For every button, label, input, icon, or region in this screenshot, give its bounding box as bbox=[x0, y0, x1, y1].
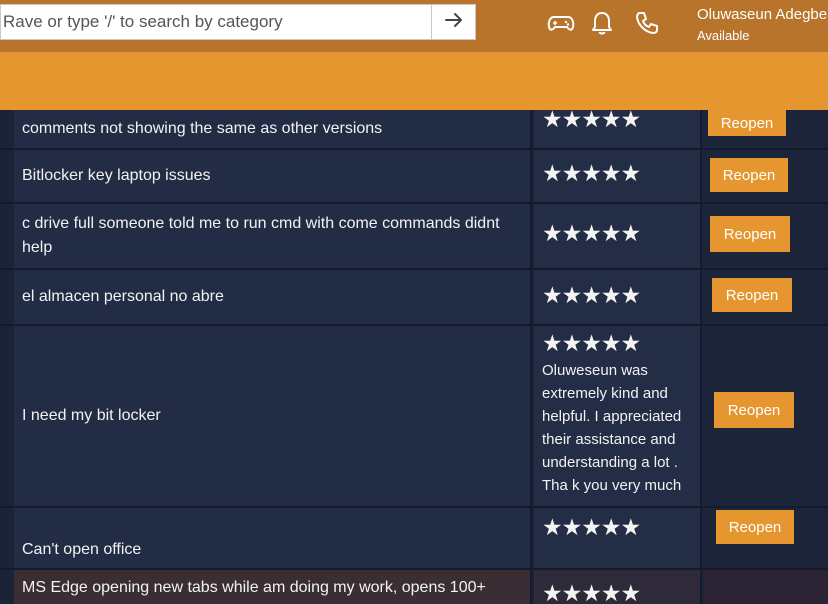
table-row: I need my bit locker ★★★★★ Oluweseun was… bbox=[0, 326, 828, 506]
ticket-title-cell: el almacen personal no abre bbox=[14, 270, 532, 324]
bell-icon[interactable] bbox=[587, 8, 617, 38]
ticket-title-cell: MS Edge opening new tabs while am doing … bbox=[14, 570, 532, 604]
user-name[interactable]: Oluwaseun Adegbe bbox=[697, 6, 827, 23]
action-cell: Reopen bbox=[704, 110, 828, 148]
ticket-title: el almacen personal no abre bbox=[22, 288, 224, 305]
action-cell: Reopen bbox=[704, 508, 828, 568]
action-cell bbox=[704, 570, 828, 604]
rating-cell: ★★★★★ bbox=[534, 570, 702, 604]
rating-cell: ★★★★★ bbox=[534, 270, 702, 324]
search-box bbox=[0, 4, 476, 40]
ticket-title-cell: comments not showing the same as other v… bbox=[14, 110, 532, 148]
action-cell: Reopen bbox=[704, 326, 828, 506]
ticket-title-cell: c drive full someone told me to run cmd … bbox=[14, 204, 532, 268]
gamepad-icon[interactable] bbox=[546, 8, 576, 38]
reopen-button[interactable]: Reopen bbox=[712, 278, 792, 312]
reopen-button[interactable]: Reopen bbox=[710, 216, 790, 252]
ticket-title: MS Edge opening new tabs while am doing … bbox=[22, 579, 486, 596]
user-status: Available bbox=[697, 28, 750, 43]
arrow-right-icon bbox=[443, 9, 465, 36]
reopen-button[interactable]: Reopen bbox=[714, 392, 794, 428]
table-row: Bitlocker key laptop issues ★★★★★ Reopen bbox=[0, 150, 828, 202]
rating-cell: ★★★★★ bbox=[534, 204, 702, 268]
star-rating: ★★★★★ bbox=[542, 110, 641, 132]
rating-cell: ★★★★★ Oluweseun was extremely kind and h… bbox=[534, 326, 702, 506]
star-rating: ★★★★★ bbox=[542, 160, 641, 186]
rating-cell: ★★★★★ bbox=[534, 110, 702, 148]
table-row: Can't open office ★★★★★ Reopen bbox=[0, 508, 828, 568]
table-row: MS Edge opening new tabs while am doing … bbox=[0, 570, 828, 604]
table-row: c drive full someone told me to run cmd … bbox=[0, 204, 828, 268]
reopen-button[interactable]: Reopen bbox=[716, 510, 794, 544]
reopen-button[interactable]: Reopen bbox=[710, 158, 788, 192]
sub-header-bar bbox=[0, 52, 828, 110]
ticket-title-cell: I need my bit locker bbox=[14, 326, 532, 506]
star-rating: ★★★★★ bbox=[542, 330, 641, 356]
action-cell: Reopen bbox=[704, 204, 828, 268]
ticket-title: c drive full someone told me to run cmd … bbox=[22, 215, 500, 256]
search-input[interactable] bbox=[1, 5, 431, 39]
search-submit-button[interactable] bbox=[431, 5, 475, 39]
action-cell: Reopen bbox=[704, 150, 828, 202]
ticket-title: I need my bit locker bbox=[22, 407, 161, 424]
star-rating: ★★★★★ bbox=[542, 282, 641, 308]
action-cell: Reopen bbox=[704, 270, 828, 324]
star-rating: ★★★★★ bbox=[542, 580, 641, 604]
ticket-title: comments not showing the same as other v… bbox=[22, 120, 383, 137]
ticket-title-cell: Can't open office bbox=[14, 508, 532, 568]
ticket-title: Bitlocker key laptop issues bbox=[22, 167, 211, 184]
rating-cell: ★★★★★ bbox=[534, 508, 702, 568]
star-rating: ★★★★★ bbox=[542, 514, 641, 540]
ticket-title: Can't open office bbox=[22, 541, 142, 558]
table-row: comments not showing the same as other v… bbox=[0, 110, 828, 148]
rating-cell: ★★★★★ bbox=[534, 150, 702, 202]
table-row: el almacen personal no abre ★★★★★ Reopen bbox=[0, 270, 828, 324]
star-rating: ★★★★★ bbox=[542, 220, 641, 246]
ticket-table: comments not showing the same as other v… bbox=[0, 110, 828, 604]
phone-icon[interactable] bbox=[632, 8, 662, 38]
reopen-button[interactable]: Reopen bbox=[708, 110, 786, 136]
ticket-title-cell: Bitlocker key laptop issues bbox=[14, 150, 532, 202]
review-text: Oluweseun was extremely kind and helpful… bbox=[542, 362, 682, 494]
